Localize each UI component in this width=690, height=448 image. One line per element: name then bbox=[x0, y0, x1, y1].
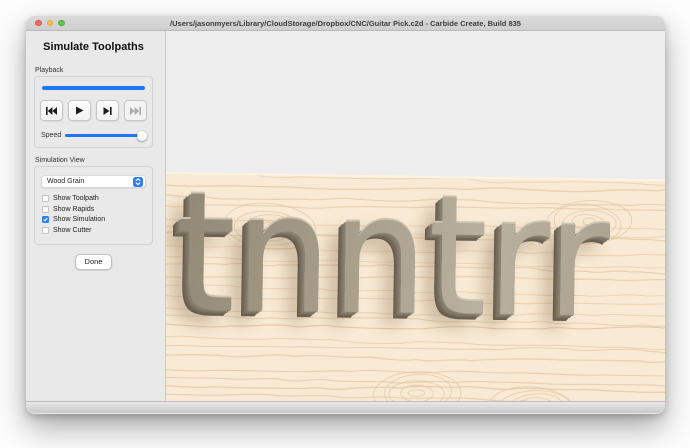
show-simulation-row[interactable]: Show Simulation bbox=[42, 216, 147, 223]
simulation-view-dropdown[interactable]: Wood Grain bbox=[41, 175, 146, 188]
carved-letters: ntnntrr bbox=[166, 169, 611, 342]
app-window: /Users/jasonmyers/Library/CloudStorage/D… bbox=[26, 16, 665, 414]
traffic-lights bbox=[35, 20, 65, 27]
skip-to-start-button[interactable] bbox=[40, 100, 63, 121]
show-toolpath-row[interactable]: Show Toolpath bbox=[42, 195, 147, 202]
transport-controls bbox=[40, 100, 147, 121]
speed-slider-fill bbox=[65, 134, 142, 137]
show-toolpath-label: Show Toolpath bbox=[53, 195, 99, 202]
wood-stock: ntnntrr ntnntrr bbox=[166, 172, 665, 401]
show-cutter-row[interactable]: Show Cutter bbox=[42, 227, 147, 234]
done-button[interactable]: Done bbox=[75, 254, 113, 270]
play-icon bbox=[75, 106, 84, 115]
panel-title: Simulate Toolpaths bbox=[34, 41, 153, 53]
playback-progress-fill bbox=[42, 86, 145, 90]
speed-slider-thumb[interactable] bbox=[137, 131, 147, 141]
speed-slider[interactable] bbox=[65, 131, 146, 140]
show-toolpath-checkbox[interactable] bbox=[42, 195, 49, 202]
close-button[interactable] bbox=[35, 20, 42, 27]
window-bottom-edge bbox=[26, 401, 665, 413]
speed-label: Speed bbox=[41, 132, 61, 139]
playback-label: Playback bbox=[35, 67, 153, 74]
step-forward-icon bbox=[103, 107, 112, 115]
title-bar[interactable]: /Users/jasonmyers/Library/CloudStorage/D… bbox=[26, 16, 665, 31]
skip-to-end-button[interactable] bbox=[124, 100, 147, 121]
show-simulation-checkbox[interactable] bbox=[42, 216, 49, 223]
show-rapids-row[interactable]: Show Rapids bbox=[42, 206, 147, 213]
skip-to-end-icon bbox=[130, 107, 141, 115]
playback-group: Speed bbox=[34, 76, 153, 148]
show-rapids-checkbox[interactable] bbox=[42, 206, 49, 213]
skip-to-start-icon bbox=[46, 107, 57, 115]
simulation-view-label: Simulation View bbox=[35, 157, 153, 164]
show-simulation-label: Show Simulation bbox=[53, 216, 105, 223]
simulation-view-group: Wood Grain Show Toolpath bbox=[34, 166, 153, 245]
show-cutter-label: Show Cutter bbox=[53, 227, 92, 234]
play-button[interactable] bbox=[68, 100, 91, 121]
minimize-button[interactable] bbox=[47, 20, 54, 27]
window-title: /Users/jasonmyers/Library/CloudStorage/D… bbox=[26, 19, 665, 28]
simulate-toolpaths-panel: Simulate Toolpaths Playback bbox=[26, 31, 166, 401]
playback-progress-bar[interactable] bbox=[42, 86, 145, 90]
dropdown-stepper-icon bbox=[133, 177, 143, 187]
zoom-button[interactable] bbox=[58, 20, 65, 27]
show-cutter-checkbox[interactable] bbox=[42, 227, 49, 234]
simulation-viewport[interactable]: ntnntrr ntnntrr bbox=[166, 31, 665, 401]
show-rapids-label: Show Rapids bbox=[53, 206, 94, 213]
step-forward-button[interactable] bbox=[96, 100, 119, 121]
dropdown-value: Wood Grain bbox=[47, 178, 133, 185]
